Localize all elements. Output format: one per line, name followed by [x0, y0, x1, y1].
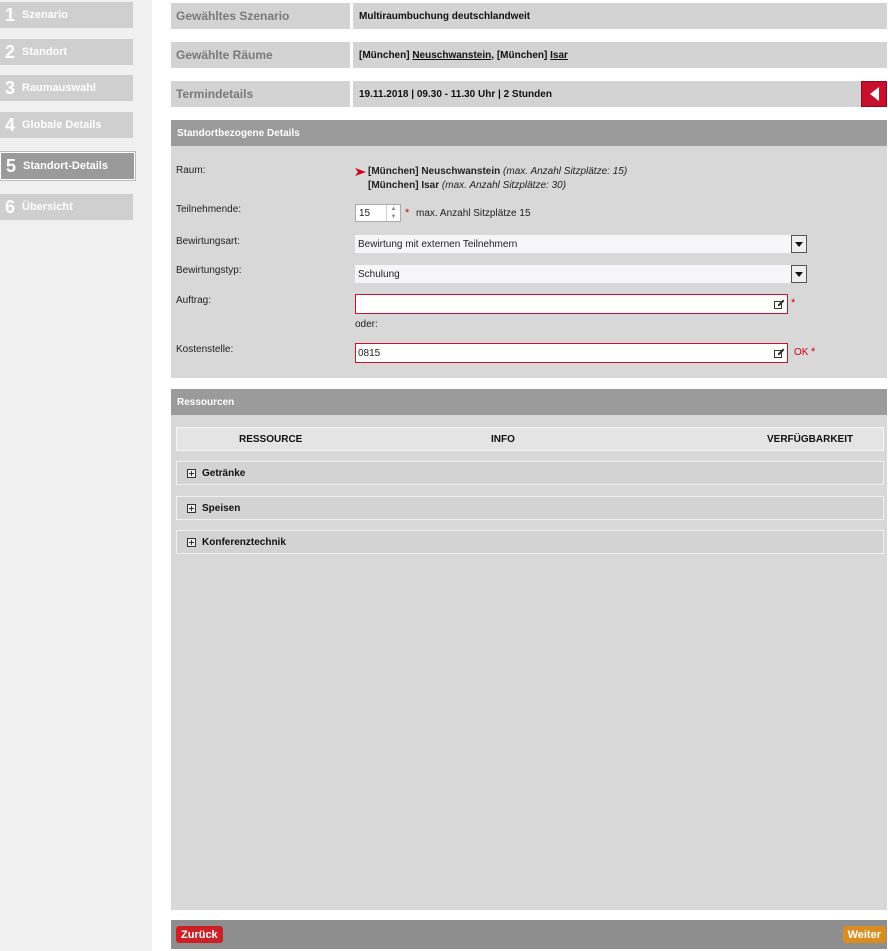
- step-number: 2: [5, 42, 16, 62]
- auftrag-input[interactable]: [355, 294, 788, 314]
- teilnehmende-value: 15: [359, 207, 371, 219]
- expand-plus-icon[interactable]: [187, 503, 196, 513]
- dropdown-button[interactable]: [791, 235, 807, 253]
- edit-icon[interactable]: [774, 299, 785, 309]
- bewirtungsart-label: Bewirtungsart:: [176, 236, 240, 247]
- termin-row: Termindetails 19.11.2018 | 09.30 - 11.30…: [171, 81, 887, 107]
- step-szenario[interactable]: 1 Szenario: [0, 2, 133, 28]
- expand-plus-icon[interactable]: [187, 537, 196, 547]
- bewirtungstyp-select[interactable]: Schulung: [355, 265, 807, 283]
- teilnehmende-label: Teilnehmende:: [176, 204, 242, 215]
- wizard-sidebar: 1 Szenario 2 Standort 3 Raumauswahl 4 Gl…: [0, 0, 152, 951]
- termin-value: 19.11.2018 | 09.30 - 11.30 Uhr | 2 Stund…: [359, 88, 552, 100]
- required-marker: *: [811, 346, 816, 358]
- details-header: Standortbezogene Details: [171, 120, 887, 146]
- rooms-label: Gewählte Räume: [171, 42, 353, 68]
- chevron-down-icon: [795, 271, 803, 277]
- bewirtungstyp-label: Bewirtungstyp:: [176, 265, 242, 276]
- arrow-left-icon: [870, 87, 879, 101]
- resources-table-header: RESSOURCE INFO VERFÜGBARKEIT: [176, 427, 884, 451]
- room-name: [München] Isar: [368, 180, 440, 191]
- stepper-down-icon[interactable]: ▼: [387, 213, 400, 221]
- step-number: 3: [5, 78, 16, 98]
- room-link-neuschwanstein[interactable]: Neuschwanstein: [412, 50, 491, 61]
- dropdown-button[interactable]: [791, 265, 807, 283]
- validation-ok: OK: [794, 347, 809, 358]
- stepper-buttons: ▲ ▼: [386, 205, 400, 221]
- edit-icon[interactable]: [774, 348, 785, 358]
- rooms-value: [München] Neuschwanstein, [München] Isar: [353, 50, 568, 61]
- resources-panel: Ressourcen RESSOURCE INFO VERFÜGBARKEIT …: [171, 389, 887, 910]
- room-capacity: (max. Anzahl Sitzplätze: 30): [441, 180, 567, 191]
- step-label: Szenario: [22, 9, 68, 21]
- expand-plus-icon[interactable]: [187, 468, 196, 478]
- scenario-value: Multiraumbuchung deutschlandweit: [359, 10, 531, 22]
- oder-label: oder:: [355, 319, 378, 330]
- bewirtungsart-value: Bewirtung mit externen Teilnehmern: [358, 238, 518, 250]
- step-label: Globale Details: [22, 119, 102, 131]
- step-globale-details[interactable]: 4 Globale Details: [0, 112, 133, 138]
- room1-prefix: [München]: [359, 49, 413, 61]
- step-standort-details[interactable]: 5 Standort-Details: [0, 152, 135, 180]
- required-marker: *: [405, 207, 410, 219]
- termin-label: Termindetails: [171, 81, 353, 107]
- kostenstelle-input[interactable]: 0815: [355, 343, 788, 363]
- step-label: Standort: [22, 46, 68, 58]
- column-availability: VERFÜGBARKEIT: [767, 434, 854, 445]
- step-label: Standort-Details: [23, 160, 108, 172]
- room-capacity: (max. Anzahl Sitzplätze: 15): [503, 166, 628, 177]
- category-label: Getränke: [202, 467, 246, 479]
- step-label: Übersicht: [22, 201, 73, 213]
- wizard-footer: Zurück Weiter: [171, 920, 887, 949]
- step-number: 6: [5, 197, 16, 217]
- column-info: INFO: [491, 434, 515, 445]
- teilnehmende-stepper[interactable]: 15 ▲ ▼: [355, 204, 401, 222]
- scenario-row: Gewähltes Szenario Multiraumbuchung deut…: [171, 3, 887, 29]
- room-detail-2: [München] Isar (max. Anzahl Sitzplätze: …: [368, 180, 566, 191]
- scenario-label: Gewähltes Szenario: [171, 3, 353, 29]
- next-button[interactable]: Weiter: [842, 926, 886, 943]
- step-number: 5: [6, 156, 17, 176]
- resources-header: Ressourcen: [171, 389, 887, 415]
- raum-label: Raum:: [176, 165, 206, 176]
- stepper-up-icon[interactable]: ▲: [387, 205, 400, 213]
- room-link-isar[interactable]: Isar: [550, 50, 568, 61]
- required-marker: *: [791, 297, 796, 309]
- category-konferenztechnik[interactable]: Konferenztechnik: [176, 530, 884, 554]
- step-number: 4: [5, 115, 16, 135]
- bewirtungstyp-value: Schulung: [358, 268, 400, 280]
- category-label: Konferenztechnik: [202, 536, 286, 548]
- chevron-down-icon: [795, 241, 803, 247]
- step-uebersicht[interactable]: 6 Übersicht: [0, 194, 133, 220]
- kostenstelle-value: 0815: [358, 347, 381, 359]
- category-speisen[interactable]: Speisen: [176, 496, 884, 520]
- collapse-arrow-button[interactable]: [861, 81, 887, 107]
- max-seats-note: max. Anzahl Sitzplätze 15: [416, 208, 531, 219]
- kostenstelle-label: Kostenstelle:: [176, 344, 234, 355]
- step-standort[interactable]: 2 Standort: [0, 39, 133, 65]
- rooms-row: Gewählte Räume [München] Neuschwanstein,…: [171, 42, 887, 68]
- back-button[interactable]: Zurück: [176, 926, 223, 943]
- step-number: 1: [5, 5, 16, 25]
- room2-prefix: [München]: [496, 49, 551, 61]
- room-name: [München] Neuschwanstein: [368, 166, 501, 177]
- step-label: Raumauswahl: [22, 82, 96, 94]
- column-resource: RESSOURCE: [239, 434, 303, 445]
- auftrag-label: Auftrag:: [176, 295, 212, 306]
- category-getraenke[interactable]: Getränke: [176, 461, 884, 485]
- details-panel: Standortbezogene Details Raum: [München]…: [171, 120, 887, 378]
- bewirtungsart-select[interactable]: Bewirtung mit externen Teilnehmern: [355, 235, 807, 253]
- arrow-right-icon: [355, 168, 366, 176]
- room-detail-1: [München] Neuschwanstein (max. Anzahl Si…: [368, 166, 627, 177]
- step-raumauswahl[interactable]: 3 Raumauswahl: [0, 75, 133, 101]
- category-label: Speisen: [202, 502, 241, 514]
